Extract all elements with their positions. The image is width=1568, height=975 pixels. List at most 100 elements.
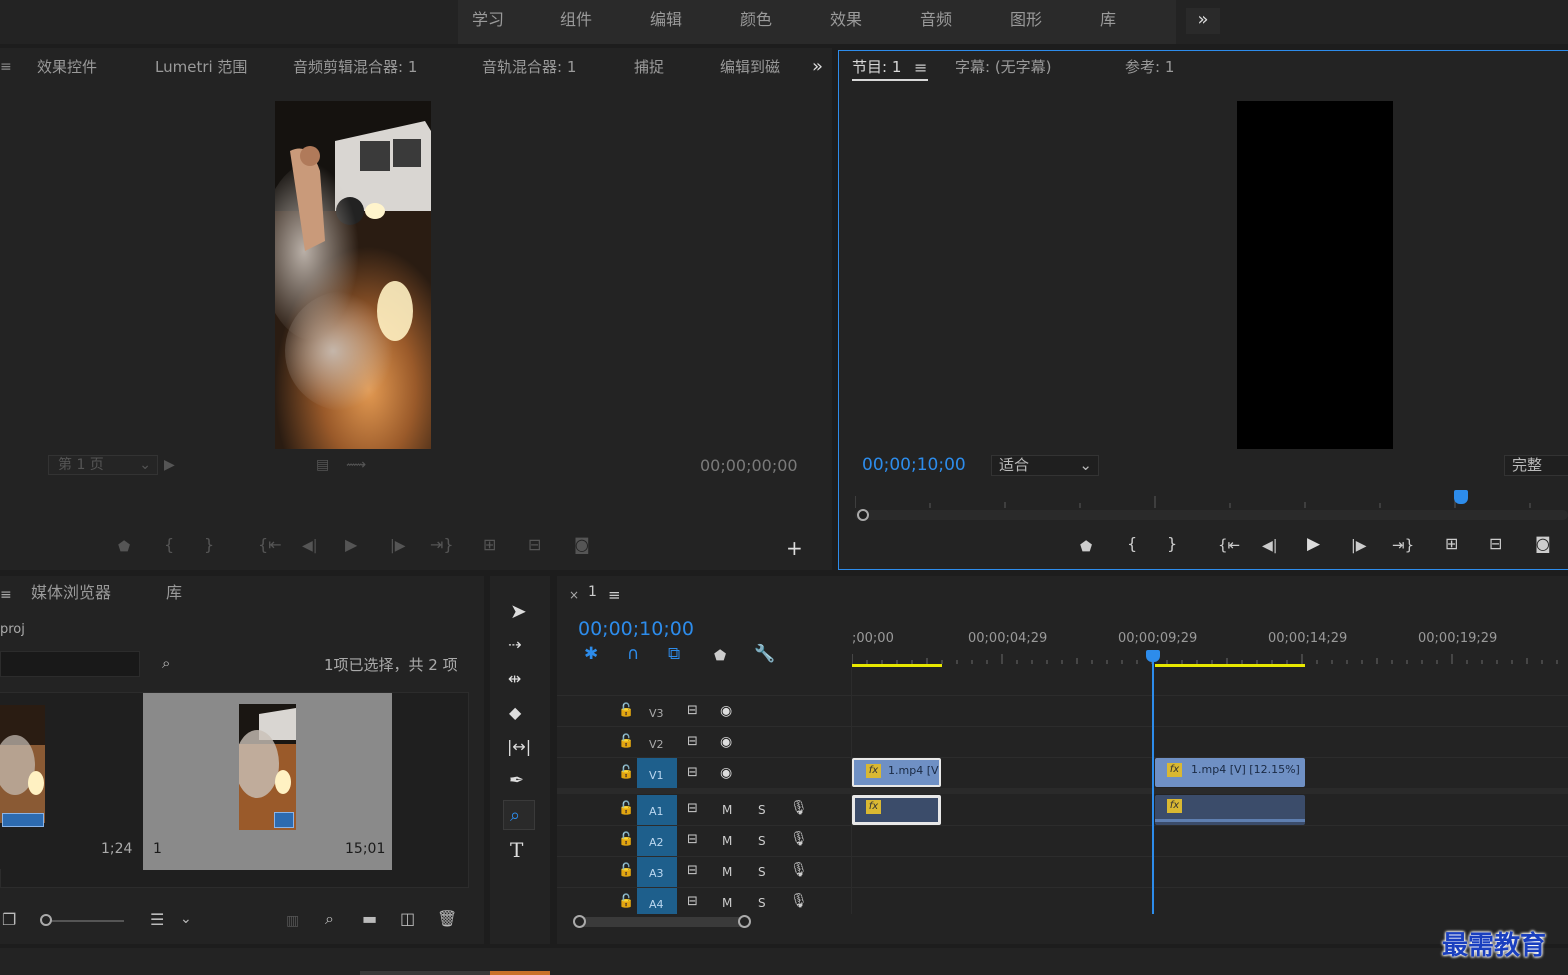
workspace-tab-editing[interactable]: 编辑 <box>650 0 682 40</box>
workspace-tab-audio[interactable]: 音频 <box>920 0 952 40</box>
work-area-bar[interactable] <box>852 664 942 667</box>
list-view-icon[interactable]: ❐ <box>2 912 16 928</box>
workspace-tab-graphics[interactable]: 图形 <box>1010 0 1042 40</box>
audio-clip[interactable]: fx <box>852 795 941 825</box>
project-item-sequence[interactable]: 1;24 <box>0 693 140 869</box>
mute-button[interactable]: M <box>722 865 732 879</box>
tab-audio-track-mixer[interactable]: 音轨混合器: 1 <box>482 57 576 77</box>
zoom-slider-handle[interactable] <box>40 914 52 926</box>
track-label-a2[interactable]: A2 <box>649 836 664 849</box>
go-to-out-icon[interactable]: ⇥} <box>1392 538 1414 553</box>
step-back-icon[interactable]: ◀| <box>302 539 317 553</box>
insert-icon[interactable]: ⊞ <box>483 537 496 553</box>
solo-button[interactable]: S <box>758 896 766 910</box>
workspace-tab-learn[interactable]: 学习 <box>472 0 504 40</box>
sync-lock-icon[interactable]: ⊟ <box>687 704 698 718</box>
chevron-down-icon[interactable]: ⌄ <box>180 912 192 926</box>
project-search-input[interactable] <box>0 651 140 677</box>
program-menu-icon[interactable]: ≡ <box>914 60 927 76</box>
scroll-handle-left[interactable] <box>573 915 586 928</box>
mute-button[interactable]: M <box>722 803 732 817</box>
microphone-icon[interactable]: 🎙 <box>790 863 808 877</box>
program-playhead-marker[interactable] <box>1454 490 1468 504</box>
timeline-timecode[interactable]: 00;00;10;00 <box>578 618 694 640</box>
solo-button[interactable]: S <box>758 865 766 879</box>
selection-tool-icon[interactable]: ➤ <box>510 601 527 621</box>
microphone-icon[interactable]: 🎙 <box>790 894 808 908</box>
panel-menu-icon[interactable]: ≡ <box>0 588 12 602</box>
project-item-clip[interactable]: 1 15;01 <box>143 693 392 870</box>
go-to-in-icon[interactable]: {⇤ <box>1218 538 1240 553</box>
step-back-icon[interactable]: ◀| <box>1262 539 1277 553</box>
new-bin-icon[interactable]: ▬ <box>362 911 377 927</box>
step-forward-icon[interactable]: |▶ <box>390 539 405 553</box>
ripple-edit-tool-icon[interactable]: ⇹ <box>508 671 521 687</box>
workspace-tab-libraries[interactable]: 库 <box>1100 0 1116 40</box>
eye-icon[interactable]: ◉ <box>720 766 732 780</box>
play-icon[interactable]: ▶ <box>1307 536 1320 553</box>
eye-icon[interactable]: ◉ <box>720 704 732 718</box>
tab-media-browser[interactable]: 媒体浏览器 <box>31 583 111 603</box>
microphone-icon[interactable]: 🎙 <box>790 832 808 846</box>
next-page-icon[interactable]: ▶ <box>164 458 175 472</box>
tab-effect-controls[interactable]: 效果控件 <box>37 57 97 77</box>
track-label-v3[interactable]: V3 <box>649 707 664 720</box>
overwrite-icon[interactable]: ⊟ <box>528 537 541 553</box>
pen-tool-icon[interactable]: ✒ <box>509 772 524 790</box>
sequence-tab[interactable]: 1 <box>588 584 597 600</box>
mark-in-icon[interactable]: { <box>1127 536 1137 552</box>
eye-icon[interactable]: ◉ <box>720 735 732 749</box>
video-audio-divider[interactable] <box>557 788 1568 794</box>
type-tool-icon[interactable]: T <box>510 838 523 862</box>
work-area-bar[interactable] <box>1155 664 1305 667</box>
panel-menu-icon[interactable]: ≡ <box>0 60 12 74</box>
nest-toggle-icon[interactable]: ✱ <box>584 646 598 663</box>
razor-tool-icon[interactable]: ◆ <box>509 705 521 721</box>
solo-button[interactable]: S <box>758 803 766 817</box>
workspace-overflow-icon[interactable]: » <box>1186 8 1220 34</box>
sync-lock-icon[interactable]: ⊟ <box>687 833 698 847</box>
tab-capture[interactable]: 捕捉 <box>634 57 664 77</box>
tab-program[interactable]: 节目: 1 <box>852 57 901 77</box>
lock-icon[interactable]: 🔓 <box>618 833 634 847</box>
lock-icon[interactable]: 🔓 <box>618 766 634 780</box>
tab-lumetri-scopes[interactable]: Lumetri 范围 <box>155 57 247 77</box>
audio-clip[interactable]: fx <box>1155 795 1305 825</box>
track-label-a3[interactable]: A3 <box>649 867 664 880</box>
workspace-tab-effects[interactable]: 效果 <box>830 0 862 40</box>
zoom-tool-button[interactable]: ⌕ <box>503 800 535 830</box>
playback-resolution-select[interactable]: 完整 <box>1504 455 1568 476</box>
mark-out-icon[interactable]: } <box>204 537 214 553</box>
page-select[interactable]: 第 1 页 ⌄ <box>48 455 158 475</box>
sort-icon[interactable]: ☰ <box>150 912 164 928</box>
export-frame-icon[interactable]: ◙ <box>574 537 590 553</box>
find-icon[interactable]: ⌕ <box>325 911 334 927</box>
delete-icon[interactable]: 🗑 <box>437 911 457 927</box>
tab-edit-to-tape[interactable]: 编辑到磁 <box>720 57 784 77</box>
sync-lock-icon[interactable]: ⊟ <box>687 735 698 749</box>
track-label-a4[interactable]: A4 <box>649 898 664 911</box>
search-bin-icon[interactable]: ⌕ <box>162 656 170 671</box>
sync-lock-icon[interactable]: ⊟ <box>687 802 698 816</box>
add-marker-icon[interactable]: ⬟ <box>714 649 726 663</box>
mute-button[interactable]: M <box>722 834 732 848</box>
source-tabs-overflow-icon[interactable]: » <box>812 56 823 77</box>
slip-tool-icon[interactable]: |↔| <box>507 739 531 755</box>
settings-wrench-icon[interactable]: 🔧 <box>754 646 775 663</box>
lock-icon[interactable]: 🔓 <box>618 802 634 816</box>
step-forward-icon[interactable]: |▶ <box>1351 539 1366 553</box>
sync-lock-icon[interactable]: ⊟ <box>687 766 698 780</box>
mark-out-icon[interactable]: } <box>1167 536 1177 552</box>
new-item-icon[interactable]: ◫ <box>400 911 415 927</box>
tab-reference[interactable]: 参考: 1 <box>1125 57 1174 77</box>
track-label-v1[interactable]: V1 <box>649 769 664 782</box>
track-select-tool-icon[interactable]: ⇢ <box>508 637 521 653</box>
tab-audio-clip-mixer[interactable]: 音频剪辑混合器: 1 <box>293 57 417 77</box>
sync-lock-icon[interactable]: ⊟ <box>687 864 698 878</box>
sequence-menu-icon[interactable]: ≡ <box>608 588 621 603</box>
workspace-tab-color[interactable]: 颜色 <box>740 0 772 40</box>
microphone-icon[interactable]: 🎙 <box>790 801 808 815</box>
add-marker-icon[interactable]: ⬟ <box>118 540 130 554</box>
solo-button[interactable]: S <box>758 834 766 848</box>
track-label-v2[interactable]: V2 <box>649 738 664 751</box>
